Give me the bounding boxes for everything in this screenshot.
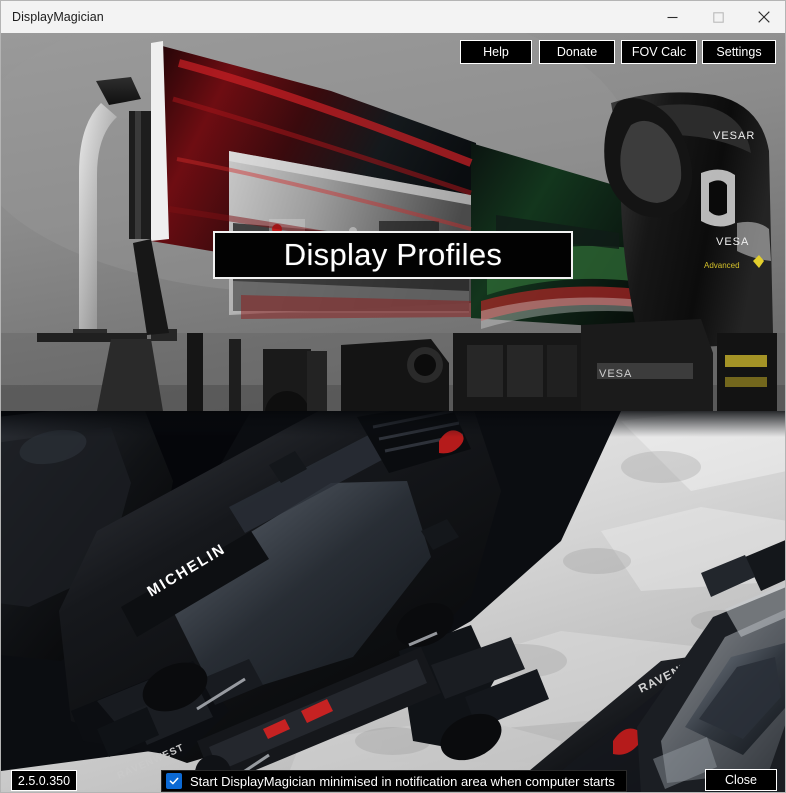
window-title: DisplayMagician xyxy=(12,10,104,24)
svg-text:VESA: VESA xyxy=(716,236,749,248)
help-button[interactable]: Help xyxy=(460,40,532,64)
displaymagician-window: DisplayMagician VESAR VESA Advanced VESA… xyxy=(0,0,786,793)
close-button[interactable]: Close xyxy=(705,769,777,791)
display-profiles-panel[interactable]: VESAR VESA Advanced VESA Display Profile… xyxy=(1,33,785,411)
start-minimised-checkbox[interactable] xyxy=(166,773,182,789)
fov-calc-button[interactable]: FOV Calc xyxy=(621,40,697,64)
minimize-icon[interactable] xyxy=(649,1,695,33)
window-controls xyxy=(649,1,785,33)
title-bar: DisplayMagician xyxy=(1,1,785,34)
svg-text:VESAR: VESAR xyxy=(713,130,755,142)
start-minimised-label: Start DisplayMagician minimised in notif… xyxy=(190,773,615,789)
svg-text:Advanced: Advanced xyxy=(704,261,740,270)
display-profiles-label: Display Profiles xyxy=(283,237,503,272)
race-cars-illustration: MICHELIN RAVENWEST RAVENWEST xyxy=(1,411,785,792)
donate-button[interactable]: Donate xyxy=(539,40,615,64)
check-icon xyxy=(169,777,179,785)
svg-text:VESA: VESA xyxy=(599,368,632,380)
version-badge: 2.5.0.350 xyxy=(11,770,77,791)
game-shortcuts-panel[interactable]: MICHELIN RAVENWEST RAVENWEST xyxy=(1,411,785,792)
maximize-icon[interactable] xyxy=(695,1,741,33)
display-profiles-banner[interactable]: Display Profiles xyxy=(213,231,573,279)
sim-rig-illustration: VESAR VESA Advanced VESA xyxy=(1,33,785,411)
settings-button[interactable]: Settings xyxy=(702,40,776,64)
start-minimised-option[interactable]: Start DisplayMagician minimised in notif… xyxy=(161,770,627,792)
close-icon[interactable] xyxy=(741,1,785,33)
